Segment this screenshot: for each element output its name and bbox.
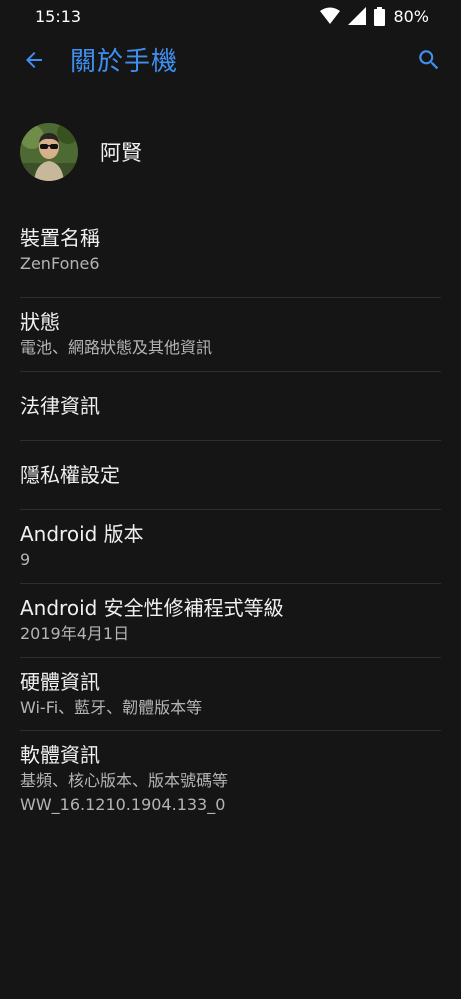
arrow-left-icon (22, 48, 46, 76)
security-patch-item[interactable]: Android 安全性修補程式等級 2019年4月1日 (0, 584, 461, 657)
item-title: 隱私權設定 (20, 463, 120, 487)
status-item[interactable]: 狀態 電池、網路狀態及其他資訊 (0, 298, 461, 371)
wifi-icon (320, 7, 341, 25)
app-bar: 關於手機 (0, 32, 461, 90)
build-number: WW_16.1210.1904.133_0 (20, 795, 226, 814)
item-title: Android 版本 (20, 522, 144, 546)
hardware-info-item[interactable]: 硬體資訊 Wi-Fi、藍牙、韌體版本等 (0, 658, 461, 730)
battery-level: 80% (393, 6, 429, 26)
page-title: 關於手機 (70, 47, 179, 77)
item-subtitle: 2019年4月1日 (20, 624, 130, 643)
item-subtitle: 9 (20, 550, 31, 569)
android-version-item[interactable]: Android 版本 9 (0, 510, 461, 583)
cell-signal-icon (348, 7, 367, 25)
item-title: 硬體資訊 (20, 670, 100, 694)
software-info-item[interactable]: 軟體資訊 基頻、核心版本、版本號碼等 WW_16.1210.1904.133_0 (0, 731, 461, 831)
search-icon (416, 47, 442, 77)
search-button[interactable] (409, 42, 449, 82)
settings-list: 裝置名稱 ZenFone6 狀態 電池、網路狀態及其他資訊 法律資訊 隱私權設定… (0, 210, 461, 831)
profile-name: 阿賢 (100, 141, 142, 165)
status-icons: 80% (320, 6, 429, 26)
item-title: Android 安全性修補程式等級 (20, 596, 284, 620)
item-subtitle: ZenFone6 (20, 254, 100, 273)
item-title: 狀態 (20, 310, 60, 334)
device-name-item[interactable]: 裝置名稱 ZenFone6 (0, 210, 461, 297)
avatar (20, 123, 78, 181)
item-title: 裝置名稱 (20, 226, 100, 250)
profile-row[interactable]: 阿賢 (0, 110, 461, 194)
back-button[interactable] (14, 42, 54, 82)
item-subtitle: Wi-Fi、藍牙、韌體版本等 (20, 698, 203, 717)
privacy-settings-item[interactable]: 隱私權設定 (0, 441, 461, 509)
item-title: 軟體資訊 (20, 743, 100, 767)
status-time: 15:13 (35, 6, 82, 26)
item-subtitle: 基頻、核心版本、版本號碼等 (20, 771, 229, 790)
legal-info-item[interactable]: 法律資訊 (0, 372, 461, 440)
item-title: 法律資訊 (20, 394, 100, 418)
battery-icon (374, 6, 386, 26)
item-subtitle: 電池、網路狀態及其他資訊 (20, 338, 213, 357)
status-bar: 15:13 80% (0, 0, 461, 32)
